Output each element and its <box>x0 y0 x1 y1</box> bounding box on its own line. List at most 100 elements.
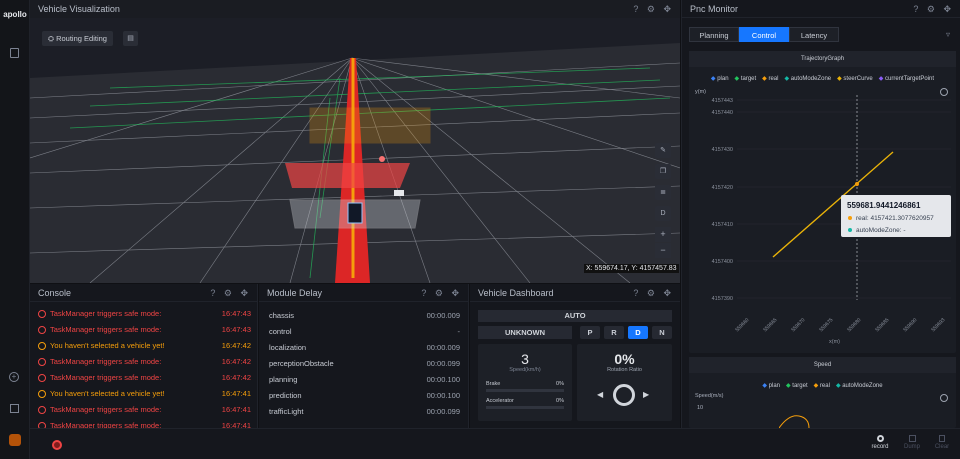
chart-tooltip: 559681.9441246861 real: 4157421.307762095… <box>841 195 951 237</box>
accelerator-row: Accelerator 0% <box>486 398 564 409</box>
tooltip-marker-icon <box>848 228 852 232</box>
document-icon[interactable] <box>10 48 19 58</box>
console-row: TaskManager triggers safe mode: 16:47:43 <box>30 322 257 338</box>
console-row: TaskManager triggers safe mode: 16:47:43 <box>30 306 257 322</box>
zoom-out-button[interactable]: − <box>655 243 671 258</box>
brake-row: Brake 0% <box>486 381 564 392</box>
delay-row: planning 00:00.100 <box>259 372 468 388</box>
legend-label: currentTargetPoint <box>885 76 935 82</box>
speed-value: 3 <box>521 351 529 367</box>
rotation-value: 0% <box>614 351 635 367</box>
filter-icon[interactable]: ▿ <box>946 30 950 39</box>
y-tick-label: 10 <box>697 405 704 411</box>
user-avatar[interactable] <box>9 434 21 446</box>
module-delay-value: 00:00.100 <box>426 391 460 400</box>
vehicle-status: UNKNOWN <box>478 326 572 339</box>
tab-planning[interactable]: Planning <box>689 27 739 42</box>
scene-canvas[interactable] <box>30 18 680 283</box>
module-delay-value: - <box>457 327 461 336</box>
panel-controls[interactable]: ? ⚙ ✥ <box>421 284 462 302</box>
legend-label: plan <box>768 383 781 389</box>
panel-controls[interactable]: ? ⚙ ✥ <box>633 0 674 18</box>
x-tick-label: 559685 <box>874 317 890 333</box>
current-point-marker <box>855 182 859 186</box>
module-name: prediction <box>269 391 302 400</box>
panel-controls[interactable]: ? ⚙ ✥ <box>210 284 251 302</box>
y-tick-label: 4157410 <box>712 222 733 228</box>
gear-selector: PRDN <box>580 326 672 339</box>
view-mode-button[interactable]: D <box>655 206 671 221</box>
x-tick-label: 559660 <box>734 317 750 333</box>
delay-row: control - <box>259 324 468 340</box>
panel-title: Vehicle Dashboard <box>478 288 554 298</box>
accelerator-value: 0% <box>556 398 564 404</box>
ruler-icon[interactable]: ✎ <box>655 143 671 158</box>
accelerator-bar <box>486 406 564 409</box>
legend-item[interactable]: ◆ plan <box>711 75 729 82</box>
grid-icon[interactable] <box>10 404 19 413</box>
zoom-in-button[interactable]: + <box>655 227 671 242</box>
coordinates-readout: X: 559674.17, Y: 4157457.83 <box>584 264 679 273</box>
legend-item[interactable]: ◆ target <box>786 382 808 389</box>
legend-item[interactable]: ◆ autoModeZone <box>836 382 883 389</box>
console-row: TaskManager triggers safe mode: 16:47:42 <box>30 370 257 386</box>
delay-list: chassis 00:00.009 control - localization 00:0… <box>259 308 468 428</box>
reset-icon[interactable] <box>940 394 948 402</box>
tab-latency[interactable]: Latency <box>789 27 839 42</box>
speed-unit: Speed(km/h) <box>509 367 541 373</box>
panel-header: Module Delay ? ⚙ ✥ <box>259 284 468 302</box>
route-settings-button[interactable]: ▤ <box>123 31 138 46</box>
routing-editing-label: Routing Editing <box>56 34 107 43</box>
gear-r[interactable]: R <box>604 326 624 339</box>
routing-editing-button[interactable]: ⛭ Routing Editing <box>42 31 113 46</box>
legend-item[interactable]: ◆ steerCurve <box>837 75 873 82</box>
legend-item[interactable]: ◆ currentTargetPoint <box>879 75 934 82</box>
add-circle-icon[interactable]: + <box>9 372 19 382</box>
gear-p[interactable]: P <box>580 326 600 339</box>
panel-header: Console ? ⚙ ✥ <box>30 284 257 302</box>
console-message: TaskManager triggers safe mode: <box>50 325 162 334</box>
panel-controls[interactable]: ? ⚙ ✥ <box>633 284 674 302</box>
gear-d[interactable]: D <box>628 326 648 339</box>
tooltip-real: real: 4157421.3077620957 <box>856 215 934 222</box>
console-row: TaskManager triggers safe mode: 16:47:42 <box>30 354 257 370</box>
gear-n[interactable]: N <box>652 326 672 339</box>
y-tick-label: 4157430 <box>712 147 733 153</box>
legend-label: real <box>819 383 830 389</box>
dump-label: Dump <box>903 444 920 450</box>
tooltip-marker-icon <box>848 216 852 220</box>
console-time: 16:47:43 <box>221 309 251 318</box>
legend-item[interactable]: ◆ real <box>762 75 778 82</box>
legend-item[interactable]: ◆ plan <box>762 382 780 389</box>
tab-control[interactable]: Control <box>739 27 789 42</box>
drive-mode: AUTO <box>478 310 672 322</box>
dump-button[interactable]: Dump <box>898 435 926 450</box>
delay-row: prediction 00:00.100 <box>259 388 468 404</box>
console-time: 16:47:41 <box>221 405 251 414</box>
module-name: planning <box>269 375 298 384</box>
module-name: trafficLight <box>269 407 304 416</box>
console-message: TaskManager triggers safe mode: <box>50 373 162 382</box>
copy-icon[interactable]: ❐ <box>655 164 671 179</box>
module-name: localization <box>269 343 307 352</box>
legend-item[interactable]: ◆ autoModeZone <box>784 75 831 82</box>
panel-controls[interactable]: ? ⚙ ✥ <box>913 0 954 18</box>
console-time: 16:47:42 <box>221 357 251 366</box>
clear-button[interactable]: Clear <box>928 435 956 450</box>
record-button[interactable]: record <box>866 435 894 450</box>
layers-icon[interactable]: ≣ <box>655 185 671 200</box>
y-axis-label: Speed(m/s) <box>695 393 724 399</box>
legend-item[interactable]: ◆ real <box>814 382 830 389</box>
delay-row: perceptionObstacle 00:00.099 <box>259 356 468 372</box>
trajectory-plot[interactable]: 4157443 4157440 4157430 4157420 4157410 41574… <box>689 95 956 351</box>
panel-header: Pnc Monitor ? ⚙ ✥ <box>682 0 960 18</box>
console-message: TaskManager triggers safe mode: <box>50 405 162 414</box>
brake-bar <box>486 389 564 392</box>
record-indicator-icon[interactable] <box>52 440 62 450</box>
trash-icon <box>939 435 945 442</box>
x-tick-label: 559665 <box>762 317 778 333</box>
panel-title: Vehicle Visualization <box>38 4 120 14</box>
legend-item[interactable]: ◆ target <box>735 75 757 82</box>
module-delay-value: 00:00.100 <box>426 375 460 384</box>
legend-label: target <box>740 76 757 82</box>
